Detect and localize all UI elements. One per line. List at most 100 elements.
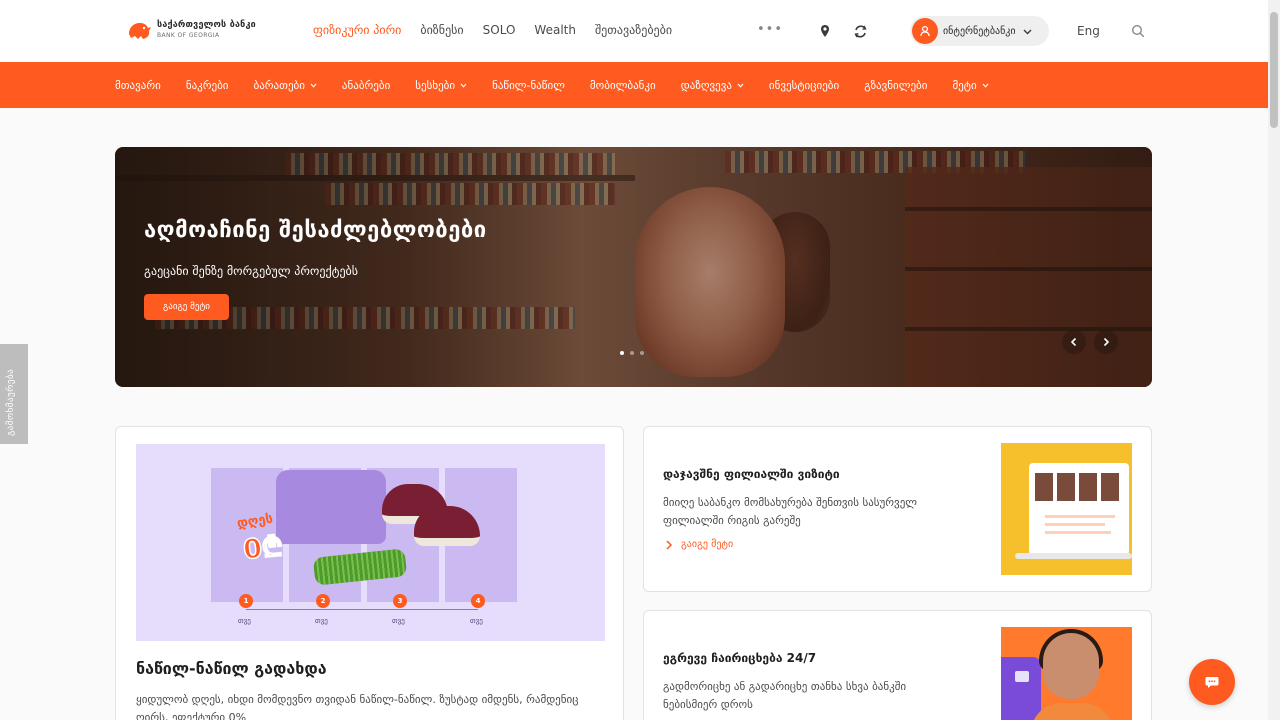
subnav-label: მობილბანკი: [589, 79, 656, 92]
promo-month-label: თვე: [315, 617, 328, 625]
feedback-label: გამოხმაურება: [6, 368, 16, 436]
chevron-right-icon: [1103, 337, 1110, 347]
chat-button[interactable]: [1189, 659, 1235, 705]
chevron-down-icon: [737, 83, 744, 88]
logo-name: საქართველოს ბანკი: [157, 20, 256, 30]
category-nav-bar: მთავარი ნაკრები ბარათები ანაბრები სესხებ…: [0, 62, 1268, 108]
subnav-label: ანაბრები: [341, 79, 391, 92]
chat-bubble-icon: [1205, 677, 1219, 688]
card-description: ყიდულობ დღეს, იხდი მომდევნო თვიდან ნაწილ…: [136, 693, 579, 720]
subnav-label: ნაწილ-ნაწილ: [492, 79, 565, 92]
subnav-item-transfers[interactable]: გზავნილები: [864, 79, 927, 92]
booking-row: [1045, 523, 1105, 526]
card-description: მიიღე საბანკო მომსახურება შენთვის სასურვ…: [663, 496, 917, 527]
person-body: [1031, 703, 1113, 720]
hero-learn-more-button[interactable]: გაიგე მეტი: [144, 294, 229, 320]
nav-wealth[interactable]: Wealth: [534, 23, 576, 37]
nav-business[interactable]: ბიზნესი: [420, 23, 463, 37]
subnav-item-insurance[interactable]: დაზღვევა: [681, 79, 744, 92]
search-icon[interactable]: [1131, 24, 1145, 38]
subnav-label: ინვესტიციები: [768, 79, 840, 92]
nav-offers[interactable]: შეთავაზებები: [595, 23, 672, 37]
subnav-label: სესხები: [415, 79, 456, 92]
feedback-tab[interactable]: გამოხმაურება: [0, 344, 28, 444]
branch-visit-card[interactable]: დაჯავშნე ფილიალში ვიზიტი მიიღე საბანკო მ…: [643, 426, 1152, 592]
promo-timeline: [246, 609, 478, 610]
subnav-label: დაზღვევა: [680, 79, 732, 92]
branch-booking-image: [1001, 443, 1132, 575]
promo-amount: 0₾: [241, 530, 285, 566]
photo-tile: [1035, 473, 1053, 501]
main-nav: ფიზიკური პირი ბიზნესი SOLO Wealth შეთავა…: [313, 23, 691, 37]
promo-step: 1: [239, 594, 253, 608]
booking-row: [1045, 531, 1111, 534]
bank-card-image: [1001, 657, 1041, 720]
hero-title: აღმოაჩინე შესაძლებლობები: [144, 218, 487, 243]
subnav-item-home[interactable]: მთავარი: [115, 79, 161, 92]
installments-promo-image: დღეს 0₾ 1 2 3 4 თვე თვე თვე თვე: [136, 444, 605, 641]
photo-tile: [1057, 473, 1075, 501]
prev-slide-button[interactable]: [1062, 330, 1086, 354]
chevron-right-icon: [666, 539, 673, 550]
subnav-label: ნაკრები: [185, 79, 229, 92]
chevron-down-icon: [1023, 29, 1032, 34]
scrollbar-thumb[interactable]: [1270, 12, 1278, 128]
subnav-item-installments[interactable]: ნაწილ-ნაწილ: [492, 79, 565, 92]
subnav-item-cards[interactable]: ბარათები: [254, 79, 317, 92]
chevron-left-icon: [1070, 337, 1077, 347]
page-scrollbar[interactable]: [1268, 0, 1280, 720]
category-nav: მთავარი ნაკრები ბარათები ანაბრები სესხებ…: [115, 79, 1014, 92]
subnav-label: ბარათები: [253, 79, 305, 92]
hero-subtitle: გაეცანი შენზე მორგებულ პროექტებს: [144, 264, 359, 278]
language-switch[interactable]: Eng: [1077, 24, 1100, 38]
hero-banner[interactable]: აღმოაჩინე შესაძლებლობები გაეცანი შენზე მ…: [115, 147, 1152, 387]
subnav-item-more[interactable]: მეტი: [952, 79, 989, 92]
slide-dot-3[interactable]: [640, 351, 644, 355]
laptop-base: [1015, 553, 1132, 559]
photo-tile: [1101, 473, 1119, 501]
promo-step: 4: [471, 594, 485, 608]
person-face: [1043, 633, 1099, 699]
learn-more-link[interactable]: გაიგე მეტი: [665, 539, 733, 550]
shirt-image: [276, 470, 386, 544]
subnav-label: მეტი: [952, 79, 977, 92]
promo-month-label: თვე: [238, 617, 251, 625]
installments-card[interactable]: დღეს 0₾ 1 2 3 4 თვე თვე თვე თვე ნაწილ-ნა…: [115, 426, 624, 720]
instant-transfer-card[interactable]: ეგრევე ჩაირიცხება 24/7 გადმორიცხე ან გად…: [643, 610, 1152, 720]
card-title: ეგრევე ჩაირიცხება 24/7: [663, 651, 817, 665]
card-title: დაჯავშნე ფილიალში ვიზიტი: [663, 467, 840, 481]
internet-bank-button[interactable]: ინტერნეტბანკი: [910, 16, 1049, 46]
user-icon: [912, 18, 938, 44]
internet-bank-label: ინტერნეტბანკი: [943, 25, 1016, 37]
nav-personal[interactable]: ფიზიკური პირი: [313, 23, 401, 37]
next-slide-button[interactable]: [1094, 330, 1118, 354]
more-icon[interactable]: •••: [757, 22, 783, 37]
currency-exchange-icon[interactable]: [853, 24, 868, 39]
chevron-down-icon: [982, 83, 989, 88]
subnav-item-mobile-bank[interactable]: მობილბანკი: [590, 79, 656, 92]
subnav-item-investments[interactable]: ინვესტიციები: [769, 79, 839, 92]
logo-subname: BANK OF GEORGIA: [157, 32, 220, 39]
subnav-item-loans[interactable]: სესხები: [415, 79, 467, 92]
bank-logo[interactable]: საქართველოს ბანკი BANK OF GEORGIA: [126, 18, 256, 42]
subnav-item-deposits[interactable]: ანაბრები: [342, 79, 390, 92]
subnav-label: მთავარი: [115, 79, 161, 92]
promo-month-label: თვე: [470, 617, 483, 625]
promo-month-label: თვე: [392, 617, 405, 625]
slide-dot-2[interactable]: [630, 351, 634, 355]
card-chip: [1015, 671, 1029, 682]
learn-more-label: გაიგე მეტი: [681, 539, 734, 550]
top-header: საქართველოს ბანკი BANK OF GEORGIA ფიზიკუ…: [0, 0, 1268, 62]
chevron-down-icon: [310, 83, 317, 88]
subnav-item-packages[interactable]: ნაკრები: [186, 79, 229, 92]
card-description: გადმორიცხე ან გადარიცხე თანხა სხვა ბანკშ…: [663, 680, 907, 711]
chevron-down-icon: [460, 83, 467, 88]
subnav-label: გზავნილები: [864, 79, 928, 92]
slide-indicators: [620, 351, 650, 355]
card-title: ნაწილ-ნაწილ გადახდა: [136, 659, 327, 678]
promo-step: 2: [316, 594, 330, 608]
slide-dot-1[interactable]: [620, 351, 624, 355]
promo-step: 3: [393, 594, 407, 608]
nav-solo[interactable]: SOLO: [483, 23, 516, 37]
location-pin-icon[interactable]: [818, 24, 832, 38]
